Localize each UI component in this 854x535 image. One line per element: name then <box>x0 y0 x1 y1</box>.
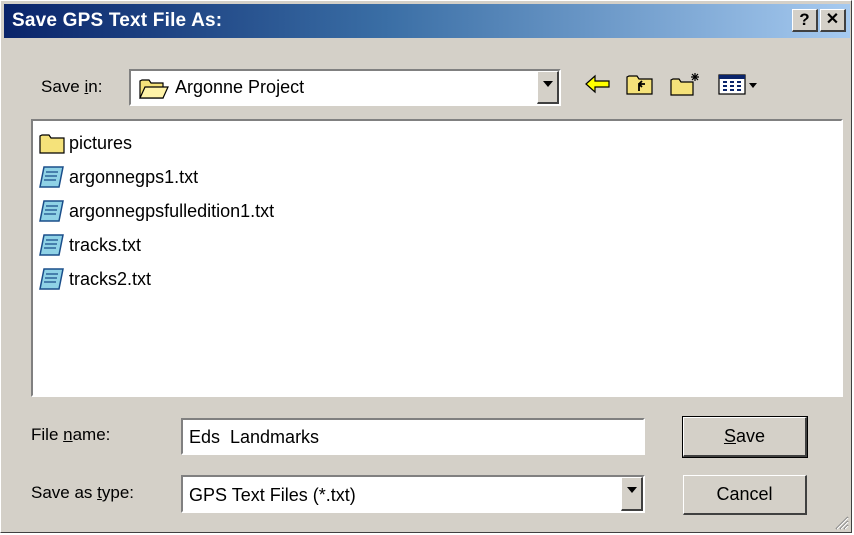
new-folder-icon[interactable] <box>669 71 703 97</box>
list-item[interactable]: argonnegps1.txt <box>39 163 198 191</box>
save-in-combo[interactable]: Argonne Project <box>129 69 561 106</box>
save-dialog: Save GPS Text File As: ? ✕ Save in: Argo… <box>0 0 852 533</box>
cancel-button[interactable]: Cancel <box>683 475 807 515</box>
save-as-type-value: GPS Text Files (*.txt) <box>189 485 356 505</box>
file-name: tracks2.txt <box>69 268 152 289</box>
save-in-label: Save in: <box>41 77 103 96</box>
text-file-icon <box>39 200 64 222</box>
folder-icon <box>39 134 65 154</box>
close-button[interactable]: ✕ <box>820 9 846 32</box>
list-item[interactable]: tracks.txt <box>39 231 141 259</box>
dialog-title: Save GPS Text File As: <box>12 10 223 31</box>
list-item[interactable]: argonnegpsfulledition1.txt <box>39 197 274 225</box>
save-as-type-dropdown-button[interactable] <box>621 477 643 511</box>
file-name: tracks.txt <box>69 234 142 255</box>
help-button[interactable]: ? <box>792 9 818 32</box>
file-name: argonnegpsfulledition1.txt <box>69 200 275 221</box>
file-name-value: Eds Landmarks <box>189 427 320 447</box>
save-as-type-label: Save as type: <box>31 483 135 502</box>
save-as-type-combo[interactable]: GPS Text Files (*.txt) <box>181 475 645 513</box>
back-arrow-icon[interactable] <box>583 71 613 97</box>
text-file-icon <box>39 268 64 290</box>
file-name: argonnegps1.txt <box>69 166 199 187</box>
save-button[interactable]: Save <box>682 416 808 458</box>
text-file-icon <box>39 234 64 256</box>
list-item[interactable]: pictures <box>39 129 132 157</box>
file-list[interactable]: pictures argonnegps1.txt argonnegpsfulle… <box>31 119 843 397</box>
file-name-label: File name: <box>31 425 111 444</box>
list-item[interactable]: tracks2.txt <box>39 265 151 293</box>
save-in-dropdown-button[interactable] <box>537 71 559 104</box>
title-bar[interactable]: Save GPS Text File As: ? ✕ <box>4 4 850 38</box>
size-grip-icon[interactable] <box>833 514 849 530</box>
file-name-input[interactable]: Eds Landmarks <box>181 418 645 455</box>
up-one-level-icon[interactable] <box>625 71 655 97</box>
view-menu-icon[interactable] <box>717 71 759 97</box>
file-name: pictures <box>69 132 133 153</box>
text-file-icon <box>39 166 64 188</box>
folder-open-icon <box>139 79 169 99</box>
save-in-value: Argonne Project <box>175 77 305 97</box>
